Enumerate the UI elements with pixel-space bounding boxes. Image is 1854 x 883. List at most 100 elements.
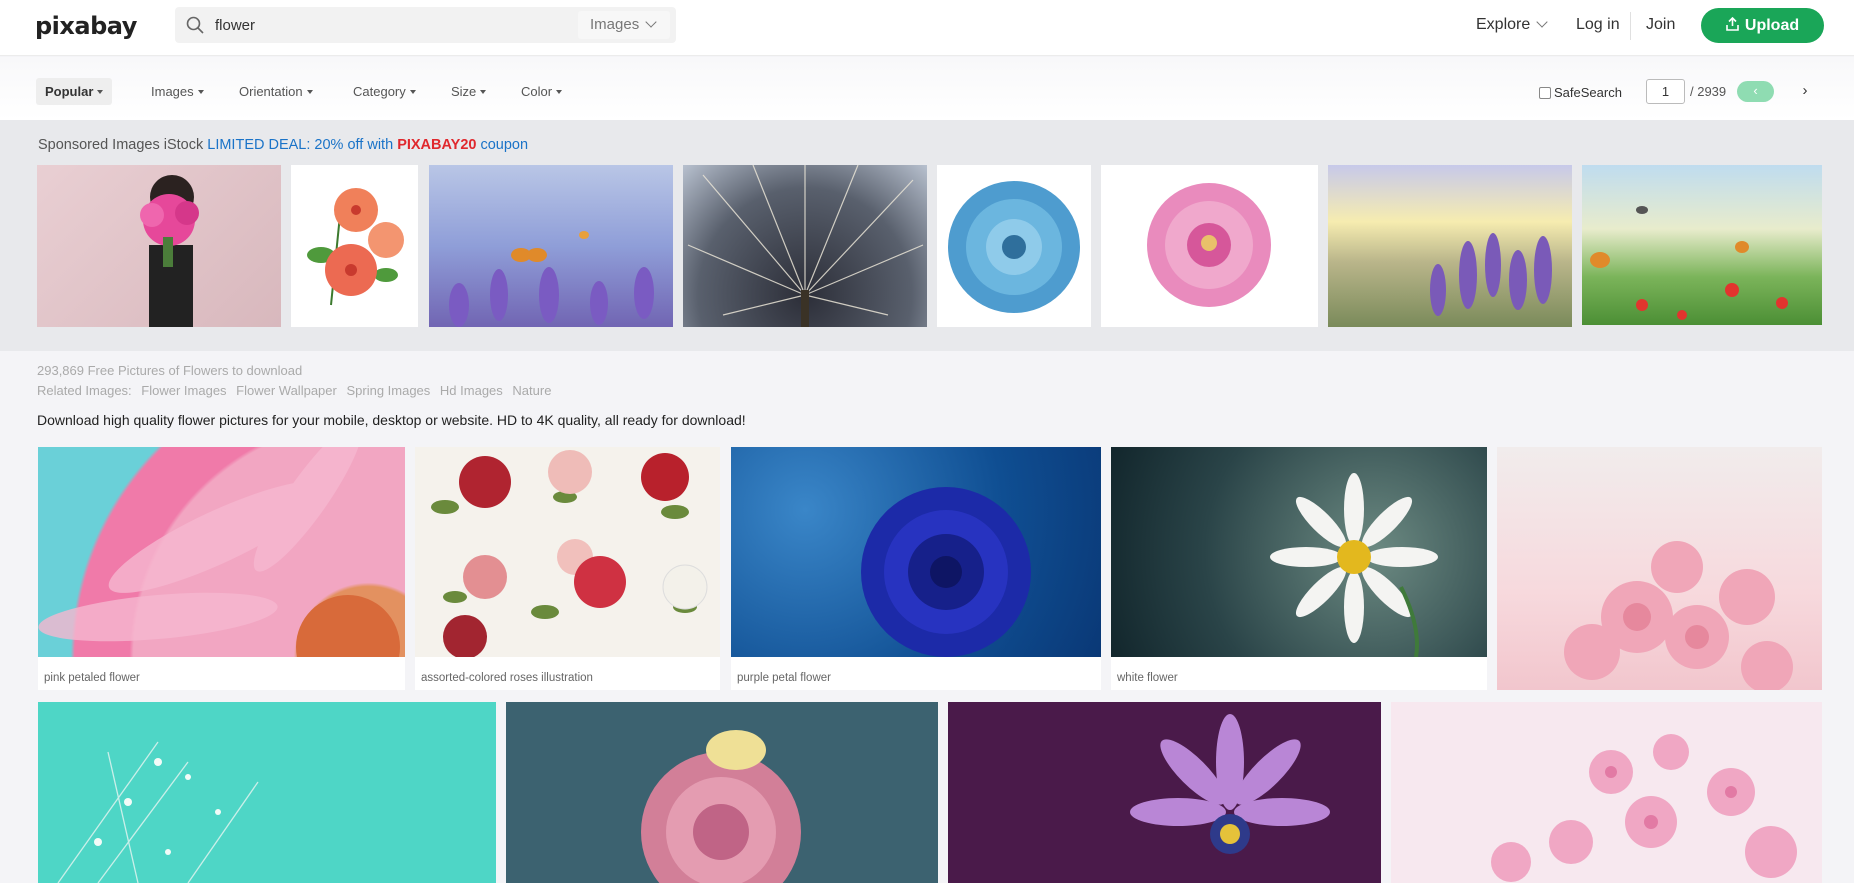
search-input[interactable]: [215, 7, 545, 43]
filter-label: Color: [521, 84, 553, 99]
sponsored-thumb-1: [140, 175, 199, 327]
caret-down-icon: [306, 90, 313, 94]
sponsored-image[interactable]: [429, 165, 673, 327]
chevron-left-icon: ‹: [1753, 83, 1758, 98]
result-card[interactable]: [506, 702, 938, 883]
safesearch-toggle[interactable]: SafeSearch: [1539, 85, 1622, 100]
upload-label: Upload: [1744, 17, 1800, 34]
filter-size[interactable]: Size: [451, 84, 487, 99]
filter-color[interactable]: Color: [521, 84, 563, 99]
result-image-art: [861, 487, 1031, 657]
sponsored-image[interactable]: [291, 165, 418, 327]
caret-down-icon: [97, 90, 104, 94]
coupon-code: PIXABAY20: [397, 137, 477, 153]
sponsored-image[interactable]: [683, 165, 927, 327]
deal-suffix: coupon: [480, 137, 529, 153]
search-type-label: Images: [590, 16, 640, 33]
filter-label: Size: [451, 84, 477, 99]
filter-category[interactable]: Category: [353, 84, 416, 99]
result-caption: pink petaled flower: [44, 672, 140, 684]
caret-down-icon: [556, 90, 563, 94]
sponsored-image[interactable]: [1328, 165, 1572, 327]
result-image-art: [431, 450, 708, 659]
result-image-art: [38, 702, 496, 883]
sponsored-thumb-5: [948, 181, 1080, 313]
login-link[interactable]: Log in: [1576, 16, 1620, 34]
upload-icon: [1726, 17, 1739, 31]
chevron-right-icon: ›: [1802, 82, 1808, 99]
filter-label: Orientation: [239, 84, 303, 99]
result-image: [38, 447, 405, 690]
result-card[interactable]: purple petal flower: [731, 447, 1101, 690]
sponsored-deal-link[interactable]: LIMITED DEAL: 20% off with PIXABAY20 cou…: [207, 137, 528, 153]
result-card[interactable]: [38, 702, 496, 883]
result-image: [731, 447, 1101, 657]
sponsored-section: Sponsored Images iStock LIMITED DEAL: 20…: [0, 120, 1854, 351]
sponsored-thumb-4: [687, 165, 924, 327]
safesearch-label: SafeSearch: [1554, 85, 1622, 100]
sponsored-thumb-2: [307, 188, 404, 306]
pixabay-logo[interactable]: pixabay: [35, 12, 137, 40]
related-images: Related Images: Flower Images Flower Wal…: [37, 383, 557, 398]
result-image-art: [1391, 702, 1822, 883]
filter-label: Images: [151, 84, 194, 99]
search-bar: Images: [175, 7, 676, 43]
explore-label: Explore: [1476, 16, 1531, 33]
related-link[interactable]: Flower Images: [141, 383, 226, 398]
filter-label: Popular: [45, 84, 94, 99]
related-link[interactable]: Nature: [512, 383, 551, 398]
sponsored-image[interactable]: [1582, 165, 1822, 325]
sponsored-thumb-7: [1430, 233, 1552, 316]
result-image-art: [1564, 541, 1793, 690]
sponsored-thumb-6: [1147, 183, 1271, 307]
result-card[interactable]: [1391, 702, 1822, 883]
result-card[interactable]: [948, 702, 1381, 883]
upload-button[interactable]: Upload: [1701, 8, 1824, 43]
deal-text: LIMITED DEAL: 20% off with: [207, 137, 394, 153]
sponsored-banner: Sponsored Images iStock LIMITED DEAL: 20…: [38, 137, 528, 153]
result-card[interactable]: pink petaled flower: [38, 447, 405, 690]
nav-divider: [1630, 12, 1631, 40]
result-card[interactable]: [1497, 447, 1822, 690]
result-caption: white flower: [1117, 672, 1178, 684]
caret-down-icon: [409, 90, 416, 94]
prev-page-button[interactable]: ‹: [1737, 81, 1774, 102]
search-type-dropdown[interactable]: Images: [578, 11, 670, 39]
sponsored-thumb-8: [1590, 206, 1788, 320]
sponsored-image[interactable]: [1101, 165, 1318, 327]
safesearch-checkbox[interactable]: [1539, 87, 1551, 99]
result-image: [1497, 447, 1822, 690]
chevron-down-icon: [645, 16, 657, 28]
top-header: pixabay Images Explore Log in Join Uploa…: [0, 0, 1854, 56]
sponsored-prefix: Sponsored Images iStock: [38, 137, 204, 153]
chevron-down-icon: [1536, 16, 1548, 28]
caret-down-icon: [197, 90, 204, 94]
join-link[interactable]: Join: [1646, 16, 1675, 34]
result-image-art: [1270, 473, 1438, 658]
related-link[interactable]: Spring Images: [346, 383, 430, 398]
filter-images[interactable]: Images: [151, 84, 204, 99]
result-card[interactable]: assorted-colored roses illustration: [415, 447, 720, 690]
page-number-input[interactable]: 1: [1646, 79, 1685, 104]
page-total: / 2939: [1690, 84, 1727, 99]
result-image-art: [506, 702, 938, 883]
sponsored-image[interactable]: [937, 165, 1091, 327]
result-card[interactable]: white flower: [1111, 447, 1487, 690]
related-link[interactable]: Flower Wallpaper: [236, 383, 337, 398]
explore-menu[interactable]: Explore: [1476, 16, 1548, 34]
related-link[interactable]: Hd Images: [440, 383, 503, 398]
filter-bar: Popular Images Orientation Category Size…: [0, 57, 1854, 120]
sponsored-image[interactable]: [37, 165, 281, 327]
filter-label: Category: [353, 84, 406, 99]
result-image: [415, 447, 720, 659]
result-caption: assorted-colored roses illustration: [421, 672, 593, 684]
search-icon: [186, 16, 204, 34]
filter-popular[interactable]: Popular: [36, 78, 113, 105]
filter-orientation[interactable]: Orientation: [239, 84, 313, 99]
related-label: Related Images:: [37, 383, 132, 398]
result-image: [1111, 447, 1487, 658]
result-image-art: [38, 447, 400, 690]
sponsored-thumb-3: [449, 231, 654, 327]
result-caption: purple petal flower: [737, 672, 831, 684]
next-page-button[interactable]: ›: [1794, 81, 1816, 102]
